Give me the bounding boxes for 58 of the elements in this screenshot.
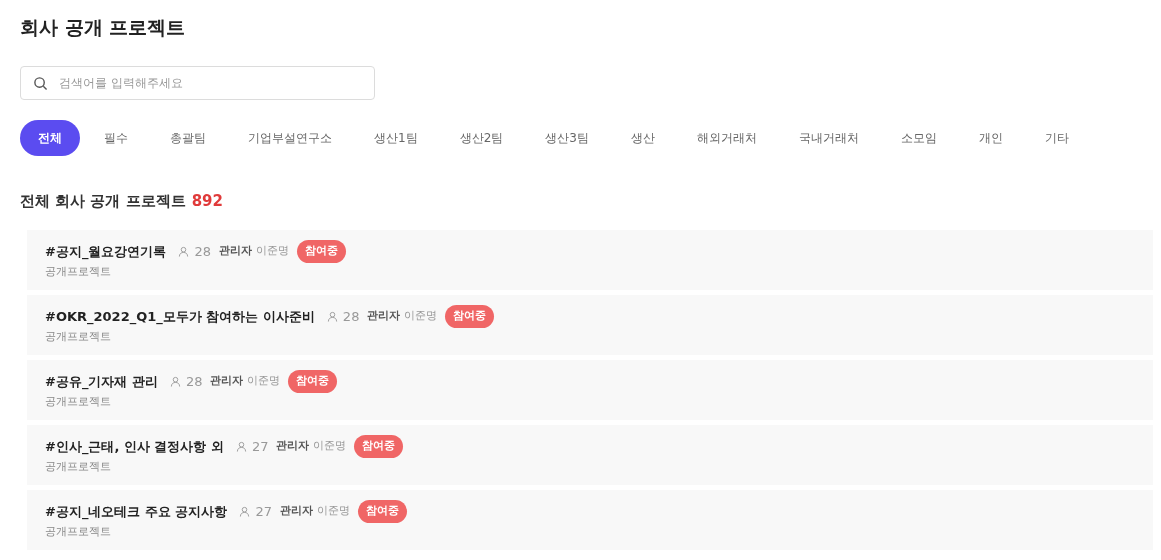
category-tab[interactable]: 필수 (86, 120, 146, 156)
member-count: 27 (255, 502, 272, 521)
admin-label: 관리자 (276, 438, 310, 455)
member-count: 28 (185, 372, 203, 391)
joined-badge: 참여중 (354, 435, 404, 458)
person-icon (169, 376, 181, 387)
section-title: 전체 회사 공개 프로젝트 (20, 191, 186, 212)
category-tab[interactable]: 총괄팀 (152, 120, 224, 156)
project-card[interactable]: #공유_기자재 관리 28 관리자 이준명 참여중 공개프로젝트 (27, 359, 1153, 420)
category-tab[interactable]: 소모임 (882, 120, 955, 156)
admin-label: 관리자 (218, 243, 252, 260)
person-icon (239, 506, 251, 517)
category-tab[interactable]: 생산2팀 (441, 120, 522, 156)
project-count: 892 (191, 191, 223, 212)
project-subtitle: 공개프로젝트 (45, 263, 112, 280)
project-name: #공지_네오테크 주요 공지사항 (45, 502, 228, 522)
member-count: 28 (342, 307, 360, 326)
project-subtitle: 공개프로젝트 (45, 328, 112, 345)
member-count: 27 (251, 437, 269, 456)
search-field[interactable]: 검색어를 입력해주세요 (20, 66, 375, 100)
search-icon (33, 76, 48, 91)
project-card[interactable]: #인사_근태, 인사 결정사항 외 27 관리자 이준명 참여중 공개프로젝트 (27, 424, 1153, 485)
project-subtitle: 공개프로젝트 (45, 393, 112, 410)
category-tab[interactable]: 개인 (960, 120, 1021, 156)
project-name: #공지_월요강연기록 (45, 242, 167, 262)
admin-label: 관리자 (280, 503, 313, 520)
admin-name: 이준명 (313, 438, 347, 455)
person-icon (178, 246, 190, 257)
project-card[interactable]: #공지_네오테크 주요 공지사항 27 관리자 이준명 참여중 공개프로젝트 (27, 489, 1153, 550)
admin-label: 관리자 (210, 373, 244, 390)
category-tab[interactable]: 생산3팀 (527, 120, 607, 156)
category-tab[interactable]: 국내거래처 (780, 120, 877, 156)
person-icon (235, 441, 247, 452)
category-tab[interactable]: 생산1팀 (356, 120, 436, 156)
admin-name: 이준명 (255, 243, 289, 260)
project-subtitle: 공개프로젝트 (45, 458, 112, 475)
joined-badge: 참여중 (445, 305, 495, 328)
admin-name: 이준명 (247, 373, 281, 390)
admin-label: 관리자 (367, 308, 401, 325)
joined-badge: 참여중 (296, 240, 346, 263)
project-name: #공유_기자재 관리 (45, 372, 158, 392)
page-title: 회사 공개 프로젝트 (20, 15, 187, 40)
joined-badge: 참여중 (358, 500, 407, 523)
person-icon (326, 311, 338, 322)
project-name: #인사_근태, 인사 결정사항 외 (45, 437, 224, 457)
category-tab[interactable]: 기타 (1026, 120, 1087, 156)
project-card[interactable]: #공지_월요강연기록 28 관리자 이준명 참여중 공개프로젝트 (27, 229, 1153, 290)
joined-badge: 참여중 (288, 370, 338, 393)
project-subtitle: 공개프로젝트 (45, 523, 112, 540)
project-name: #OKR_2022_Q1_모두가 참여하는 이사준비 (45, 307, 315, 327)
category-tab[interactable]: 전체 (20, 120, 80, 156)
category-tab[interactable]: 기업부설연구소 (230, 120, 350, 156)
admin-name: 이준명 (404, 308, 438, 325)
category-tab[interactable]: 생산 (612, 120, 673, 156)
category-tab[interactable]: 해외거래처 (678, 120, 775, 156)
project-card[interactable]: #OKR_2022_Q1_모두가 참여하는 이사준비 28 관리자 이준명 참여중 공개프로젝트 (27, 294, 1153, 355)
member-count: 28 (194, 242, 211, 261)
admin-name: 이준명 (317, 503, 350, 520)
